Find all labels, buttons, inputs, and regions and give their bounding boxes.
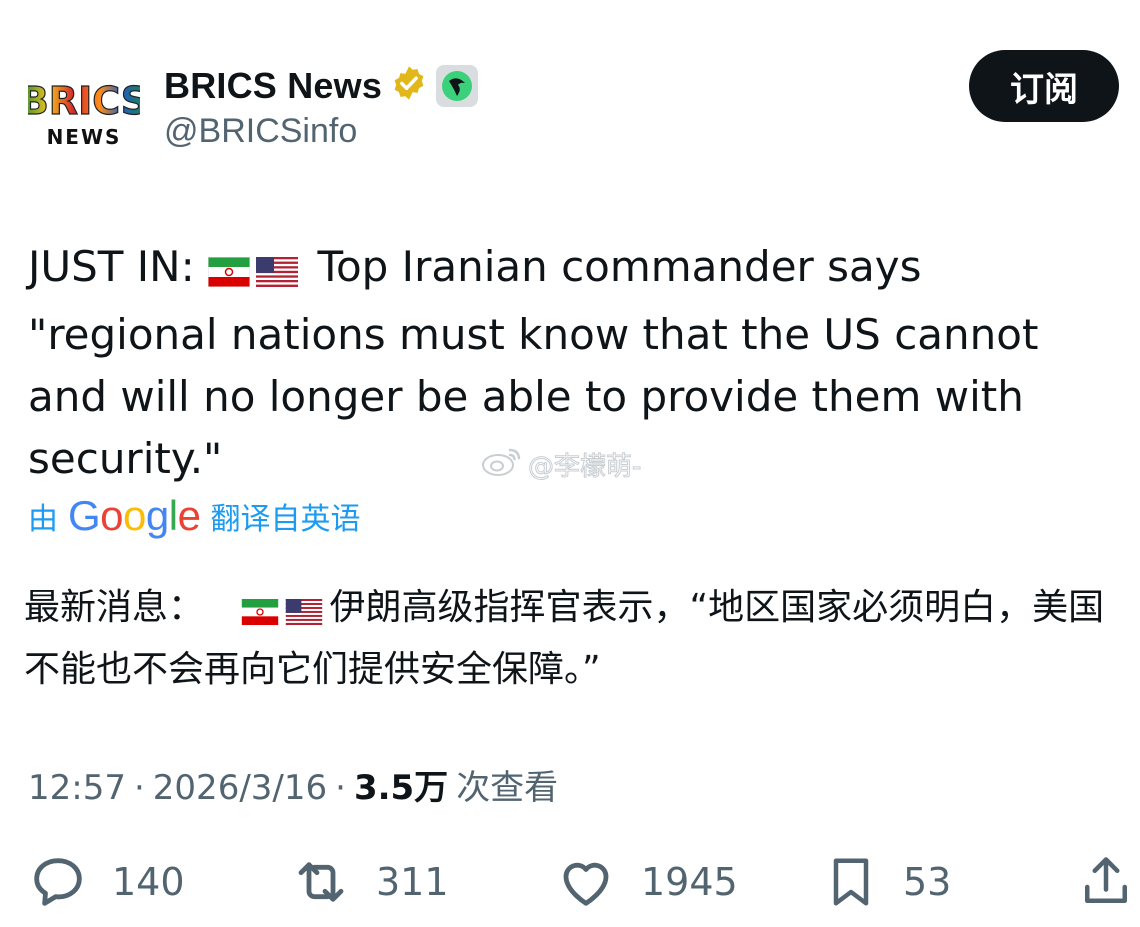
like-button[interactable]: 1945 [553, 850, 738, 914]
like-count: 1945 [641, 860, 738, 904]
view-count: 3.5万 [353, 768, 449, 808]
meta-separator: · [133, 768, 145, 808]
heart-icon [553, 850, 619, 914]
us-flag-icon [256, 242, 299, 304]
author-display-name[interactable]: BRICS News [164, 65, 382, 107]
author-name-row[interactable]: BRICS News [164, 64, 479, 107]
iran-flag-icon [241, 586, 279, 642]
us-flag-icon [285, 586, 323, 642]
google-logo-o2: o [123, 492, 146, 539]
weibo-icon [480, 444, 524, 485]
google-logo-o1: o [100, 492, 124, 539]
share-icon [1076, 850, 1136, 914]
translated-by-label: 由 [28, 502, 58, 537]
share-button[interactable] [1076, 850, 1136, 914]
tweet-date[interactable]: 2026/3/16 [153, 768, 327, 808]
avatar-news-text: NEWS [47, 125, 122, 148]
repost-count: 311 [376, 860, 449, 904]
translated-text: 最新消息： 伊朗高级指挥官表示，“地区国家必须明白，美国不能也不会再向它们提供安… [24, 580, 1124, 698]
google-logo-e: e [177, 492, 201, 539]
google-logo: Google [68, 492, 201, 540]
verified-gold-icon [390, 64, 428, 107]
iran-flag-icon [207, 242, 251, 304]
avatar-brics-text: BRICS [28, 79, 140, 123]
view-count-label: 次查看 [456, 768, 559, 808]
bookmark-count: 53 [903, 860, 952, 904]
google-logo-l: l [168, 492, 178, 539]
avatar[interactable]: BRICS NEWS [19, 78, 149, 149]
tweet-meta: 12:57 · 2026/3/16 · 3.5万 次查看 [28, 760, 558, 809]
google-logo-g1: G [68, 492, 101, 539]
tweet-actions: 140 311 1945 53 [26, 850, 1127, 920]
repost-icon [288, 850, 354, 914]
tweet-prefix: JUST IN: [28, 242, 195, 291]
bookmark-icon [821, 850, 881, 914]
tweet-time[interactable]: 12:57 [28, 768, 126, 808]
affiliation-badge-icon [436, 64, 479, 107]
translated-prefix: 最新消息： [24, 587, 205, 628]
reply-icon [26, 850, 90, 914]
watermark-text: @李檬萌- [527, 452, 642, 483]
reply-count: 140 [112, 860, 185, 904]
translation-attribution[interactable]: 由 Google 翻译自英语 [28, 492, 360, 540]
google-logo-g2: g [145, 492, 169, 539]
watermark: @李檬萌- [480, 444, 642, 485]
repost-button[interactable]: 311 [288, 850, 449, 914]
meta-separator: · [335, 768, 346, 808]
author-handle[interactable]: @BRICSinfo [164, 112, 357, 151]
bookmark-button[interactable]: 53 [821, 850, 951, 914]
subscribe-button[interactable]: 订阅 [969, 50, 1119, 122]
reply-button[interactable]: 140 [26, 850, 185, 914]
translated-from-label: 翻译自英语 [210, 502, 361, 537]
